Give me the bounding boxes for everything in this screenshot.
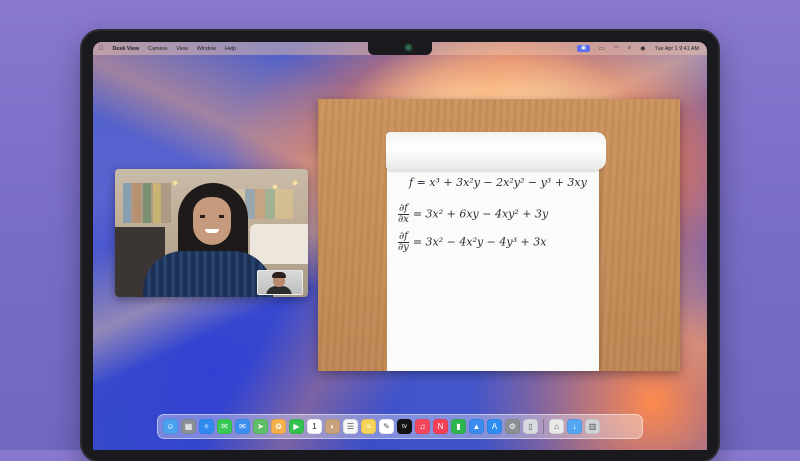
notepad-binding — [386, 132, 606, 170]
calendar-day: 1 — [307, 419, 322, 434]
dock-contacts-icon[interactable]: ◐ — [325, 419, 340, 434]
dock-separator — [543, 419, 544, 434]
dock-tv-icon[interactable]: tv — [397, 419, 412, 434]
dock-messages-icon[interactable]: ✉ — [217, 419, 232, 434]
battery-icon[interactable]: ▭ — [599, 45, 605, 52]
menu-camera[interactable]: Camera — [148, 46, 167, 52]
df-dy-denominator: ∂y — [398, 243, 409, 253]
apple-menu-icon[interactable]:  — [99, 46, 104, 52]
finder-glyph: ☺ — [163, 419, 178, 434]
wall-photos — [123, 183, 171, 223]
caller-sweater — [143, 251, 273, 297]
df-dx-rhs: = 3x² + 6xy − 4xy² + 3y — [413, 208, 548, 221]
control-center-icon[interactable]: ◉ — [640, 45, 645, 52]
numbers-glyph: ▮ — [451, 419, 466, 434]
dock-facetime-icon[interactable]: ▶ — [289, 419, 304, 434]
dock-app-store-icon[interactable]: A — [487, 419, 502, 434]
search-icon[interactable]: ⌕ — [628, 45, 631, 52]
dock-notes-icon[interactable]: ≡ — [361, 419, 376, 434]
safari-glyph: ✧ — [199, 419, 214, 434]
app-store-glyph: A — [487, 419, 502, 434]
menu-window[interactable]: Window — [197, 46, 216, 52]
dock-safari-icon[interactable]: ✧ — [199, 419, 214, 434]
df-dx-denominator: ∂x — [398, 215, 409, 225]
caller-face — [193, 197, 231, 245]
dock-downloads-icon[interactable]: ↓ — [567, 419, 582, 434]
contacts-glyph: ◐ — [325, 419, 340, 434]
desk-view-window[interactable]: f = x³ + 3x²y − 2x²y² − y³ + 3xy ∂f ∂x =… — [318, 99, 680, 371]
dock-finder-icon[interactable]: ☺ — [163, 419, 178, 434]
system-settings-glyph: ⚙ — [505, 419, 520, 434]
mail-glyph: ✉ — [235, 419, 250, 434]
freeform-glyph: ✎ — [379, 419, 394, 434]
iphone-mirroring-glyph: ▯ — [523, 419, 538, 434]
self-view-body — [266, 286, 292, 295]
dock-news-icon[interactable]: N — [433, 419, 448, 434]
menu-view[interactable]: View — [176, 46, 188, 52]
caller-smile — [205, 229, 219, 233]
dock-launchpad-icon[interactable]: ▦ — [181, 419, 196, 434]
news-glyph: N — [433, 419, 448, 434]
downloads-glyph: ↓ — [567, 419, 582, 434]
menu-help[interactable]: Help — [225, 46, 236, 52]
equation-f: f = x³ + 3x²y − 2x²y² − y³ + 3xy — [409, 176, 587, 189]
caller-eyes — [200, 215, 224, 218]
desk-view-indicator-icon[interactable]: ▣ — [577, 45, 590, 52]
tv-label: tv — [397, 419, 412, 434]
dock-calendar-icon[interactable]: 1 — [307, 419, 322, 434]
wifi-icon[interactable]: ◠ — [614, 45, 619, 52]
self-view-hair — [272, 272, 286, 278]
maps-glyph: ➤ — [253, 419, 268, 434]
menu-app-name[interactable]: Desk View — [113, 46, 140, 52]
menu-status-area: ▣ ▭ ◠ ⌕ ◉ Tue Apr 1 9:41 AM — [577, 42, 699, 55]
equation-df-dx: ∂f ∂x = 3x² + 6xy − 4xy² + 3y — [398, 204, 548, 225]
fraction-df-dy: ∂f ∂y — [398, 232, 409, 253]
dock-iphone-mirroring-icon[interactable]: ▯ — [523, 419, 538, 434]
dock-reminders-icon[interactable]: ☰ — [343, 419, 358, 434]
dock-photos-icon[interactable]: ✿ — [271, 419, 286, 434]
dock-mail-icon[interactable]: ✉ — [235, 419, 250, 434]
dock-music-icon[interactable]: ♫ — [415, 419, 430, 434]
launchpad-glyph: ▦ — [181, 419, 196, 434]
dock-maps-icon[interactable]: ➤ — [253, 419, 268, 434]
dock-desk-view-icon[interactable]: ⌂ — [549, 419, 564, 434]
music-glyph: ♫ — [415, 419, 430, 434]
trash-glyph: ▥ — [585, 419, 600, 434]
facetime-glyph: ▶ — [289, 419, 304, 434]
desk-view-glyph: ⌂ — [549, 419, 564, 434]
camera-indicator-icon — [406, 45, 411, 50]
equation-df-dy: ∂f ∂y = 3x² − 4x²y − 4y³ + 3x — [398, 232, 546, 253]
fraction-df-dx: ∂f ∂x — [398, 204, 409, 225]
menu-clock[interactable]: Tue Apr 1 9:41 AM — [655, 46, 699, 52]
dock-numbers-icon[interactable]: ▮ — [451, 419, 466, 434]
photos-glyph: ✿ — [271, 419, 286, 434]
dock-keynote-icon[interactable]: ▲ — [469, 419, 484, 434]
camera-notch — [368, 42, 432, 55]
messages-glyph: ✉ — [217, 419, 232, 434]
dock-freeform-icon[interactable]: ✎ — [379, 419, 394, 434]
reminders-glyph: ☰ — [343, 419, 358, 434]
self-view-pip[interactable] — [257, 270, 303, 295]
keynote-glyph: ▲ — [469, 419, 484, 434]
dock-trash-icon[interactable]: ▥ — [585, 419, 600, 434]
dock-system-settings-icon[interactable]: ⚙ — [505, 419, 520, 434]
df-dy-rhs: = 3x² − 4x²y − 4y³ + 3x — [413, 236, 547, 249]
bed — [250, 224, 308, 264]
notes-glyph: ≡ — [361, 419, 376, 434]
dock: ☺▦✧✉✉➤✿▶1◐☰≡✎tv♫N▮▲A⚙▯⌂↓▥ — [157, 414, 643, 439]
